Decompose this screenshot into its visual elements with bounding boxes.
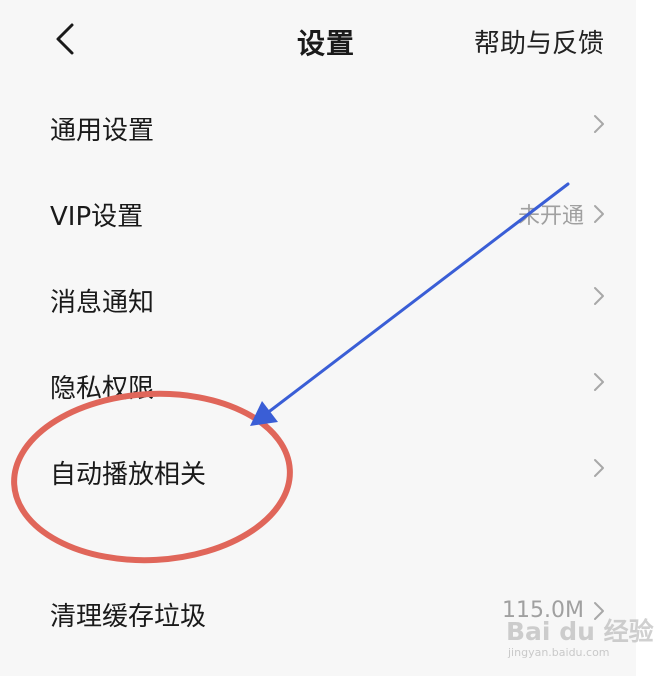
top-bar: 设置 帮助与反馈 [0, 0, 636, 80]
menu-item-label: 通用设置 [50, 116, 155, 146]
chevron-right-icon [594, 115, 604, 133]
chevron-right-icon [594, 373, 604, 391]
menu-item-general-settings[interactable]: 通用设置 [0, 86, 636, 172]
chevron-right-icon [594, 459, 604, 477]
settings-screen: 设置 帮助与反馈 通用设置 VIP设置 未开通 消息通知 隐私权限 自动播放相关 [0, 0, 636, 676]
menu-item-privacy-permissions[interactable]: 隐私权限 [0, 344, 636, 430]
watermark-url: jingyan.baidu.com [508, 646, 610, 659]
menu-item-label: VIP设置 [50, 202, 144, 232]
watermark-logo-text: Bai du 经验 [506, 617, 654, 646]
menu-item-label: 隐私权限 [50, 374, 155, 404]
menu-item-autoplay[interactable]: 自动播放相关 [0, 430, 636, 516]
chevron-right-icon [594, 205, 604, 223]
menu-item-label: 清理缓存垃圾 [50, 602, 207, 632]
menu-item-label: 消息通知 [50, 288, 155, 318]
chevron-right-icon [594, 287, 604, 305]
vip-status-value: 未开通 [517, 204, 584, 229]
menu-item-notifications[interactable]: 消息通知 [0, 258, 636, 344]
menu-item-label: 自动播放相关 [50, 460, 207, 490]
menu-item-vip-settings[interactable]: VIP设置 未开通 [0, 172, 636, 258]
baidu-jingyan-watermark: Bai du 经验 jingyan.baidu.com [506, 612, 654, 668]
help-feedback-link[interactable]: 帮助与反馈 [474, 23, 604, 60]
